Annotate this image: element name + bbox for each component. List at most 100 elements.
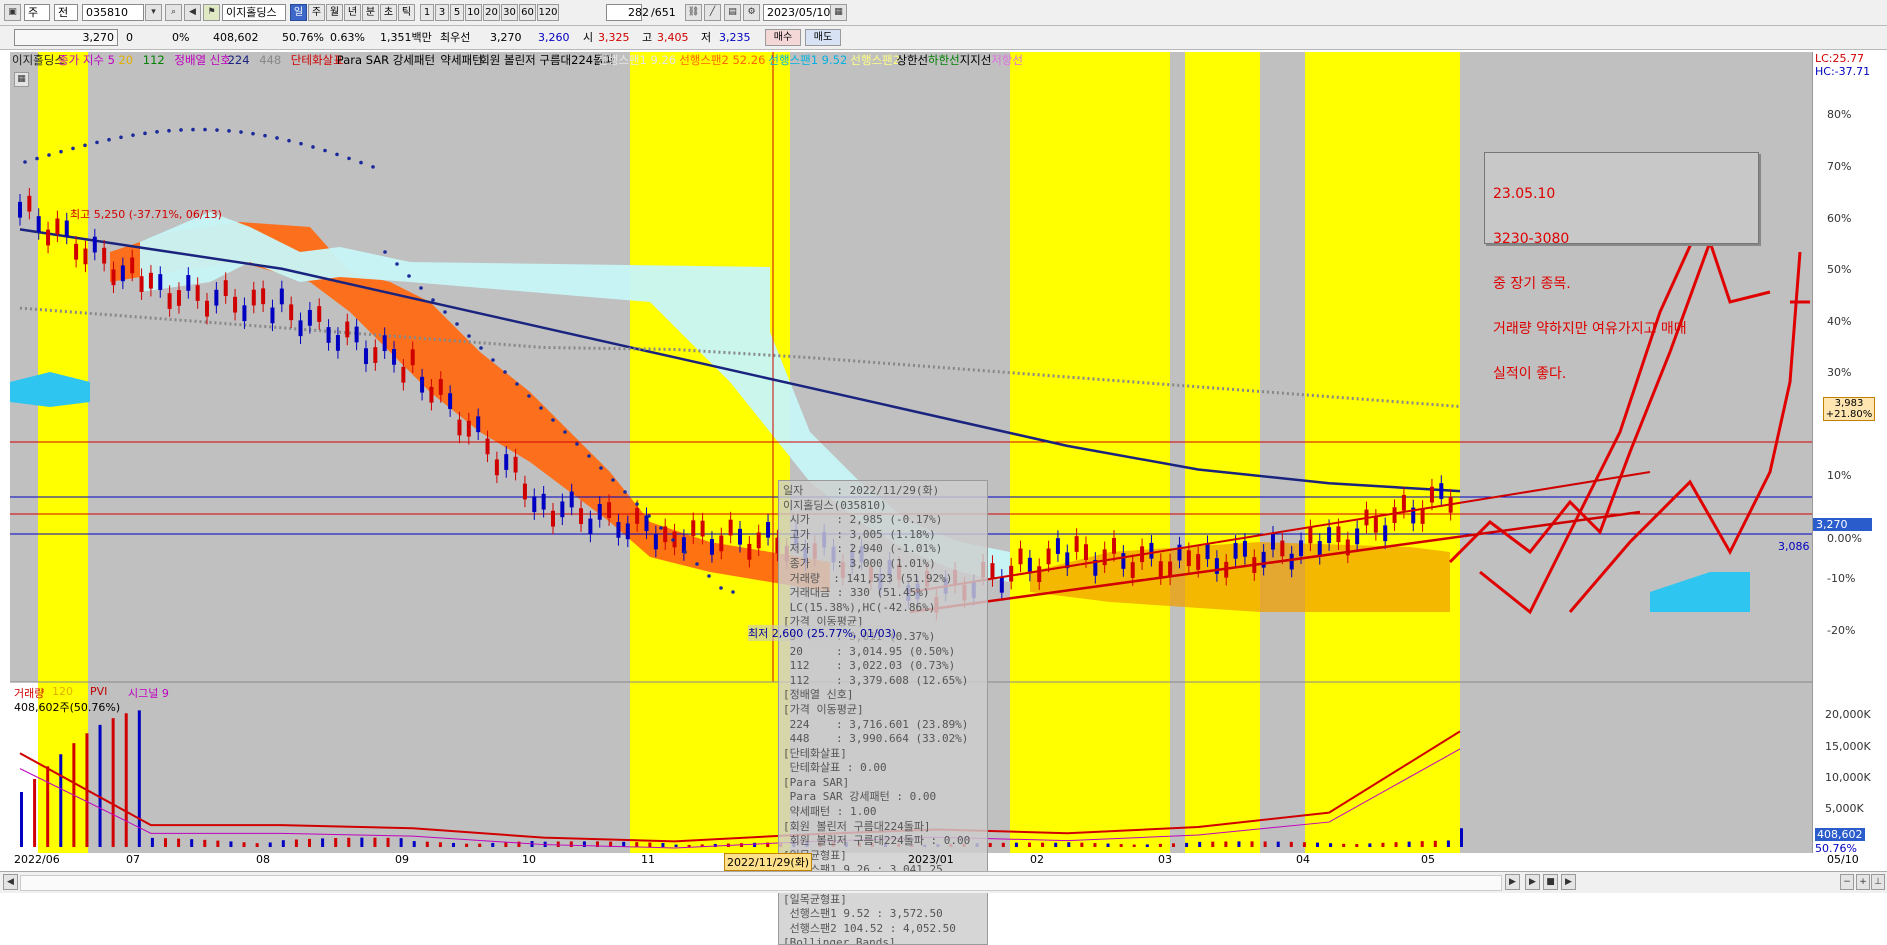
volume-bar (438, 842, 442, 847)
candle-body (46, 229, 51, 246)
volume-legend-item[interactable]: 120 (52, 685, 73, 698)
y-tick-label: 30% (1827, 366, 1852, 379)
zoom-in-icon[interactable]: + (1856, 874, 1870, 890)
play-icon[interactable]: ▶ (1525, 874, 1540, 890)
tooltip-line: [단테화살표] (783, 746, 847, 760)
legend-item[interactable]: 정배열 신호 (174, 52, 231, 69)
legend-item[interactable]: 224 (228, 52, 250, 69)
legend-item[interactable]: 20 (118, 52, 133, 69)
save-icon[interactable]: ▤ (724, 4, 741, 21)
target-price: 3,983 (1834, 398, 1864, 409)
legend-item[interactable]: 선행스팬1 9.26 (597, 52, 676, 69)
x-tick-label: 11 (641, 853, 655, 866)
candle-body (307, 309, 312, 326)
legend-item[interactable]: 약세패턴 (440, 52, 482, 69)
price-chart[interactable]: 이지홀딩스 종가 지수 5 20 112 정배열 신호 224 448 단테화살표 Para S… (10, 52, 1812, 945)
interval-30-button[interactable]: 30 (501, 4, 518, 21)
next-icon[interactable]: ▶ (1561, 874, 1576, 890)
grid-icon[interactable]: ▦ (14, 72, 29, 87)
sell-button[interactable]: 매도 (805, 29, 841, 46)
memo-note[interactable]: 23.05.10 3230-3080 중 장기 종목. 거래량 약하지만 여유가… (1484, 152, 1759, 382)
volume-bar (425, 841, 429, 847)
interval-20-button[interactable]: 20 (483, 4, 500, 21)
candle-body (700, 520, 705, 537)
target-pct: +21.80% (1825, 409, 1873, 420)
legend-item[interactable]: Para SAR 강세패턴 (337, 52, 435, 69)
legend-item[interactable]: 저항선 (991, 52, 1023, 69)
window-icon[interactable]: ▣ (4, 4, 21, 21)
legend-item[interactable]: 단테화살표 (291, 52, 344, 69)
sar-dot (323, 148, 327, 153)
volume-legend-item[interactable]: PVI (90, 685, 107, 698)
scroll-left-icon[interactable]: ◀ (3, 874, 18, 890)
scope-select[interactable]: 전 (54, 4, 78, 21)
period-0-button[interactable]: 일 (290, 4, 307, 21)
volume-bar (294, 839, 298, 847)
stock-code-input[interactable]: 035810 (82, 4, 144, 21)
interval-1-button[interactable]: 1 (420, 4, 434, 21)
volume-bar (321, 838, 325, 847)
legend-item[interactable]: 112 (143, 52, 165, 69)
scroll-track[interactable] (20, 875, 1502, 891)
buy-button[interactable]: 매수 (765, 29, 801, 46)
background-band (88, 52, 630, 682)
flag-icon[interactable]: ⚑ (203, 4, 220, 21)
legend-item[interactable]: 448 (259, 52, 281, 69)
dropdown-icon[interactable]: ▾ (145, 4, 162, 21)
stop-icon[interactable]: ■ (1543, 874, 1558, 890)
volume-bar (229, 841, 233, 847)
chart-tool-icon[interactable]: ╱ (704, 4, 721, 21)
search-icon[interactable]: ⌕ (165, 4, 182, 21)
period-6-button[interactable]: 틱 (398, 4, 415, 21)
legend-item[interactable]: 선행스팬1 9.52 (768, 52, 847, 69)
legend-item[interactable]: 선행스팬2 52.26 (679, 52, 765, 69)
period-2-button[interactable]: 월 (326, 4, 343, 21)
sar-dot (299, 141, 303, 146)
period-4-button[interactable]: 분 (362, 4, 379, 21)
sar-dot (227, 129, 231, 133)
sar-dot (551, 418, 555, 422)
volume-bar (216, 840, 220, 847)
calendar-icon[interactable]: ▦ (830, 4, 847, 21)
volume-bar (1329, 843, 1333, 847)
volume-bar (1028, 842, 1031, 847)
interval-5-button[interactable]: 5 (450, 4, 464, 21)
legend-item[interactable]: 하한선 (928, 52, 960, 69)
interval-3-button[interactable]: 3 (435, 4, 449, 21)
date-input[interactable]: 2023/05/10 (763, 4, 831, 21)
link-icon[interactable]: ⛓ (685, 4, 702, 21)
legend-item[interactable]: 선행스팬2 (850, 52, 900, 69)
sar-dot (731, 590, 735, 594)
interval-60-button[interactable]: 60 (519, 4, 536, 21)
period-3-button[interactable]: 년 (344, 4, 361, 21)
legend-item[interactable]: 종가 지수 5 (58, 52, 115, 69)
volume-bar (1250, 841, 1254, 847)
sound-icon[interactable]: ◀ (184, 4, 201, 21)
market-select[interactable]: 주 (24, 4, 50, 21)
period-1-button[interactable]: 주 (308, 4, 325, 21)
interval-120-button[interactable]: 120 (537, 4, 559, 21)
zoom-out-icon[interactable]: − (1840, 874, 1854, 890)
quote-vol-ratio: 50.76% (282, 31, 324, 44)
y-tick-label: 0.00% (1827, 532, 1862, 545)
legend-item[interactable]: 회원 볼린저 구름대224돌파 (479, 52, 614, 69)
volume-bar (1263, 841, 1267, 847)
legend-item[interactable]: 지지선 (960, 52, 992, 69)
scroll-right-icon[interactable]: ▶ (1505, 874, 1520, 890)
candle-body (1261, 551, 1266, 568)
candle-body (74, 243, 79, 260)
chart-scrollbar[interactable]: ◀ ▶ ▶ ■ ▶ − + ⊥ (0, 871, 1887, 893)
volume-bar (635, 842, 639, 847)
candle-body (382, 335, 387, 352)
legend-item[interactable]: 상한선 (896, 52, 928, 69)
volume-bar (308, 838, 311, 847)
volume-legend-item[interactable]: 시그널 9 (128, 685, 169, 701)
quote-ask: 3,270 (490, 31, 522, 44)
period-5-button[interactable]: 초 (380, 4, 397, 21)
x-end-label: 05/10 (1827, 853, 1859, 866)
gear-icon[interactable]: ⚙ (743, 4, 760, 21)
legend-item[interactable]: 이지홀딩스 (12, 52, 65, 69)
fit-icon[interactable]: ⊥ (1871, 874, 1885, 890)
interval-10-button[interactable]: 10 (465, 4, 482, 21)
sar-dot (191, 127, 195, 132)
